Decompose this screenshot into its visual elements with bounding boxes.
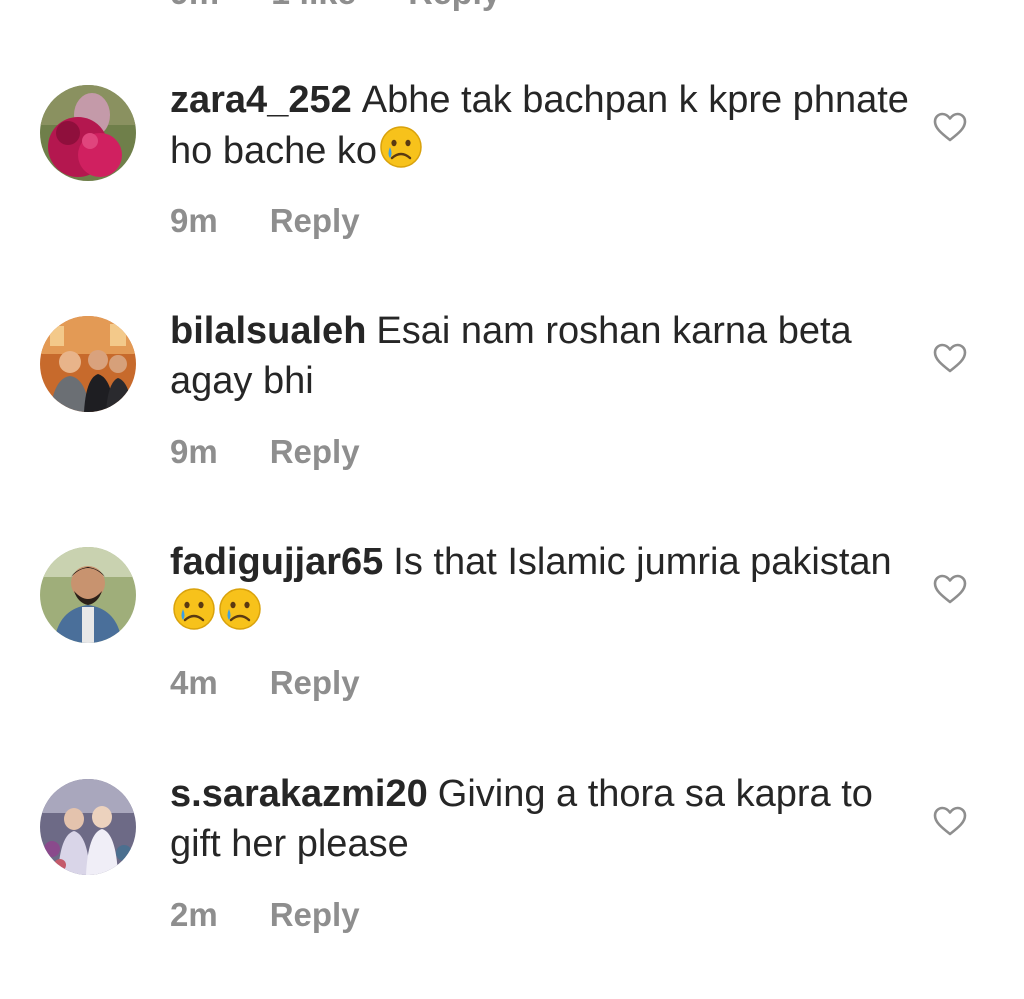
comment-time: 2m [170,896,218,933]
crying-face-emoji-icon [380,126,422,168]
like-count[interactable]: 1 like [271,0,356,14]
crying-face-emoji-icon [219,588,261,630]
comment-username[interactable]: bilalsualeh [170,310,366,352]
avatar[interactable] [40,316,136,412]
heart-outline-icon[interactable] [932,805,968,837]
avatar[interactable] [40,779,136,875]
comment-meta: 9m Reply [170,202,360,242]
avatar[interactable] [40,547,136,643]
avatar-image [40,85,136,181]
reply-button[interactable]: Reply [270,433,360,473]
heart-outline-icon[interactable] [932,111,968,143]
reply-button[interactable]: Reply [408,0,501,14]
comment-time: 4m [170,664,218,701]
avatar-image [40,779,136,875]
comment-time: 9m [170,202,218,239]
heart-outline-icon[interactable] [932,342,968,374]
comment-username[interactable]: s.sarakazmi20 [170,773,428,815]
comment-body: s.sarakazmi20 Giving a thora sa kapra to … [170,769,910,869]
comment-time: 9m [170,433,218,470]
comment-meta: 9m Reply [170,433,360,473]
avatar-image [40,316,136,412]
avatar[interactable] [40,85,136,181]
comment-username[interactable]: zara4_252 [170,79,352,121]
reply-button[interactable]: Reply [270,664,360,704]
crying-face-emoji-icon [173,588,215,630]
reply-button[interactable]: Reply [270,896,360,936]
comment-meta: 2m Reply [170,896,360,936]
reply-button[interactable]: Reply [270,202,360,242]
comment-body: bilalsualeh Esai nam roshan karna beta ag… [170,306,910,406]
comment-meta: 4m Reply [170,664,360,704]
comment-text: Is that Islamic jumria pakistan [393,541,892,583]
partial-comment-meta: 9m 1 like Reply [170,0,501,14]
comment-body: zara4_252 Abhe tak bachpan k kpre phnate … [170,75,910,176]
heart-outline-icon[interactable] [932,573,968,605]
comment-username[interactable]: fadigujjar65 [170,541,383,583]
comment-body: fadigujjar65 Is that Islamic jumria pakis… [170,537,910,638]
comment-time: 9m [170,0,219,14]
avatar-image [40,547,136,643]
